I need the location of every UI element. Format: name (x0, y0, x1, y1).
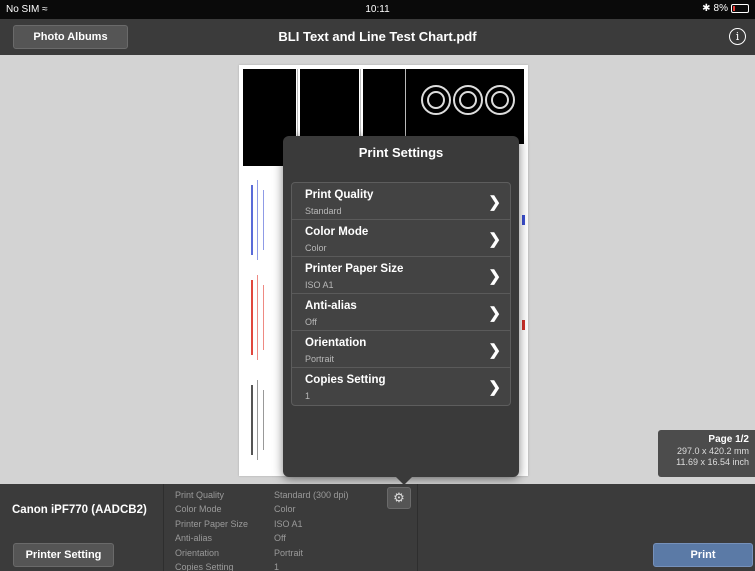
divider (417, 484, 418, 571)
preview-text-black (263, 390, 264, 450)
print-preview-screen: No SIM ≈ 10:11 ✱ 8% Photo Albums BLI Tex… (0, 0, 755, 571)
summary-key: Color Mode (175, 504, 222, 515)
preview-ring (491, 91, 509, 109)
divider (163, 484, 164, 571)
preview-text-black (257, 380, 258, 460)
summary-key: Printer Paper Size (175, 518, 249, 529)
bottom-toolbar: Canon iPF770 (AADCB2) Printer Setting Pr… (0, 484, 755, 571)
chevron-right-icon: ❯ (488, 194, 501, 211)
setting-label: Orientation (305, 337, 367, 349)
setting-row-print-quality[interactable]: Print Quality Standard ❯ (292, 183, 510, 220)
preview-mark-red (522, 320, 525, 330)
setting-row-copies[interactable]: Copies Setting 1 ❯ (292, 368, 510, 405)
document-title: BLI Text and Line Test Chart.pdf (278, 29, 477, 44)
settings-summary-values: Standard (300 dpi) Color ISO A1 Off Port… (274, 488, 349, 571)
page-size-inch: 11.69 x 16.54 inch (676, 457, 749, 467)
chevron-right-icon: ❯ (488, 305, 501, 322)
setting-row-color-mode[interactable]: Color Mode Color ❯ (292, 220, 510, 257)
setting-value: Portrait (305, 354, 335, 364)
navigation-bar: Photo Albums BLI Text and Line Test Char… (0, 19, 755, 55)
print-button[interactable]: Print (653, 543, 753, 567)
page-size-mm: 297.0 x 420.2 mm (676, 446, 749, 456)
setting-label: Printer Paper Size (305, 263, 404, 275)
page-info-box: Page 1/2 297.0 x 420.2 mm 11.69 x 16.54 … (658, 430, 755, 477)
setting-value: Off (305, 317, 317, 327)
settings-list: Print Quality Standard ❯ Color Mode Colo… (291, 182, 511, 406)
summary-key: Orientation (175, 547, 220, 558)
preview-text-blue (257, 180, 258, 260)
setting-label: Print Quality (305, 189, 374, 201)
setting-row-anti-alias[interactable]: Anti-alias Off ❯ (292, 294, 510, 331)
bluetooth-icon: ✱ (702, 3, 711, 14)
battery-indicator: ✱ 8% (702, 3, 749, 14)
gear-icon[interactable]: ⚙ (387, 487, 411, 509)
print-settings-popover: Print Settings Print Quality Standard ❯ … (283, 136, 519, 477)
summary-key: Print Quality (175, 490, 225, 500)
status-bar: No SIM ≈ 10:11 ✱ 8% (0, 0, 755, 19)
preview-text-red (263, 285, 264, 350)
chevron-right-icon: ❯ (488, 342, 501, 359)
setting-value: Color (305, 243, 327, 253)
preview-text-red (257, 275, 258, 360)
preview-ring (427, 91, 445, 109)
setting-row-paper-size[interactable]: Printer Paper Size ISO A1 ❯ (292, 257, 510, 294)
printer-setting-button[interactable]: Printer Setting (13, 543, 114, 567)
status-time: 10:11 (365, 4, 390, 15)
popover-title: Print Settings (358, 145, 444, 160)
chevron-right-icon: ❯ (488, 231, 501, 248)
preview-text-black (251, 385, 253, 455)
preview-ring (459, 91, 477, 109)
battery-percent: 8% (713, 3, 728, 14)
preview-text-blue (263, 190, 264, 250)
preview-text-red (251, 280, 253, 355)
setting-label: Copies Setting (305, 374, 386, 386)
chevron-right-icon: ❯ (488, 268, 501, 285)
settings-summary-keys: Print Quality Color Mode Printer Paper S… (175, 488, 248, 571)
setting-label: Color Mode (305, 226, 369, 238)
preview-mark-blue (522, 215, 525, 225)
setting-row-orientation[interactable]: Orientation Portrait ❯ (292, 331, 510, 368)
printer-name: Canon iPF770 (AADCB2) (12, 504, 147, 516)
summary-value: Off (274, 533, 286, 544)
summary-value: 1 (274, 562, 280, 571)
summary-value: Standard (300 dpi) (274, 490, 349, 500)
summary-key: Copies Setting (175, 562, 234, 571)
setting-value: ISO A1 (305, 280, 334, 290)
summary-value: ISO A1 (274, 518, 303, 529)
setting-value: 1 (305, 391, 311, 401)
info-icon[interactable]: i (729, 28, 746, 45)
chevron-right-icon: ❯ (488, 379, 501, 396)
battery-icon (731, 4, 749, 13)
summary-key: Anti-alias (175, 533, 213, 544)
preview-text-blue (251, 185, 253, 255)
setting-value: Standard (305, 206, 342, 216)
summary-value: Portrait (274, 547, 304, 558)
page-number: Page 1/2 (708, 434, 749, 445)
setting-label: Anti-alias (305, 300, 357, 312)
summary-value: Color (274, 504, 296, 515)
